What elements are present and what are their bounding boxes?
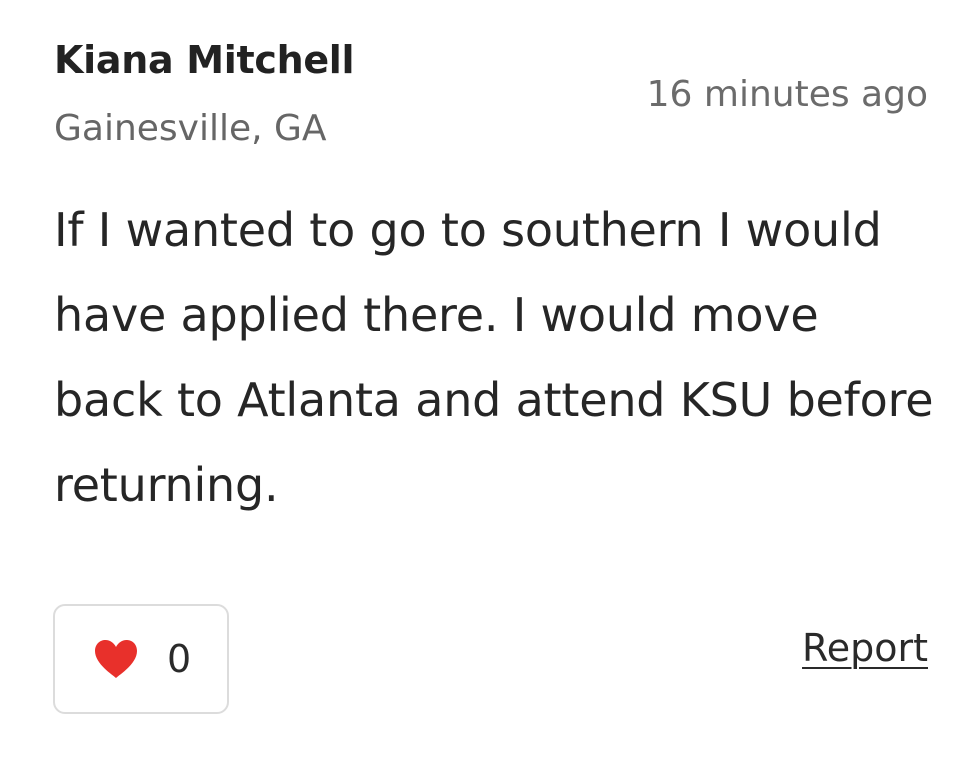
report-link[interactable]: Report <box>802 626 928 670</box>
heart-icon <box>95 640 137 678</box>
comment-body: If I wanted to go to southern I would ha… <box>54 203 934 512</box>
like-button[interactable]: 0 <box>53 604 229 714</box>
author-location: Gainesville, GA <box>54 108 327 149</box>
like-count: 0 <box>167 637 192 681</box>
comment-card: Kiana Mitchell Gainesville, GA 16 minute… <box>0 0 980 766</box>
comment-timestamp: 16 minutes ago <box>646 74 928 115</box>
author-name: Kiana Mitchell <box>54 38 355 82</box>
